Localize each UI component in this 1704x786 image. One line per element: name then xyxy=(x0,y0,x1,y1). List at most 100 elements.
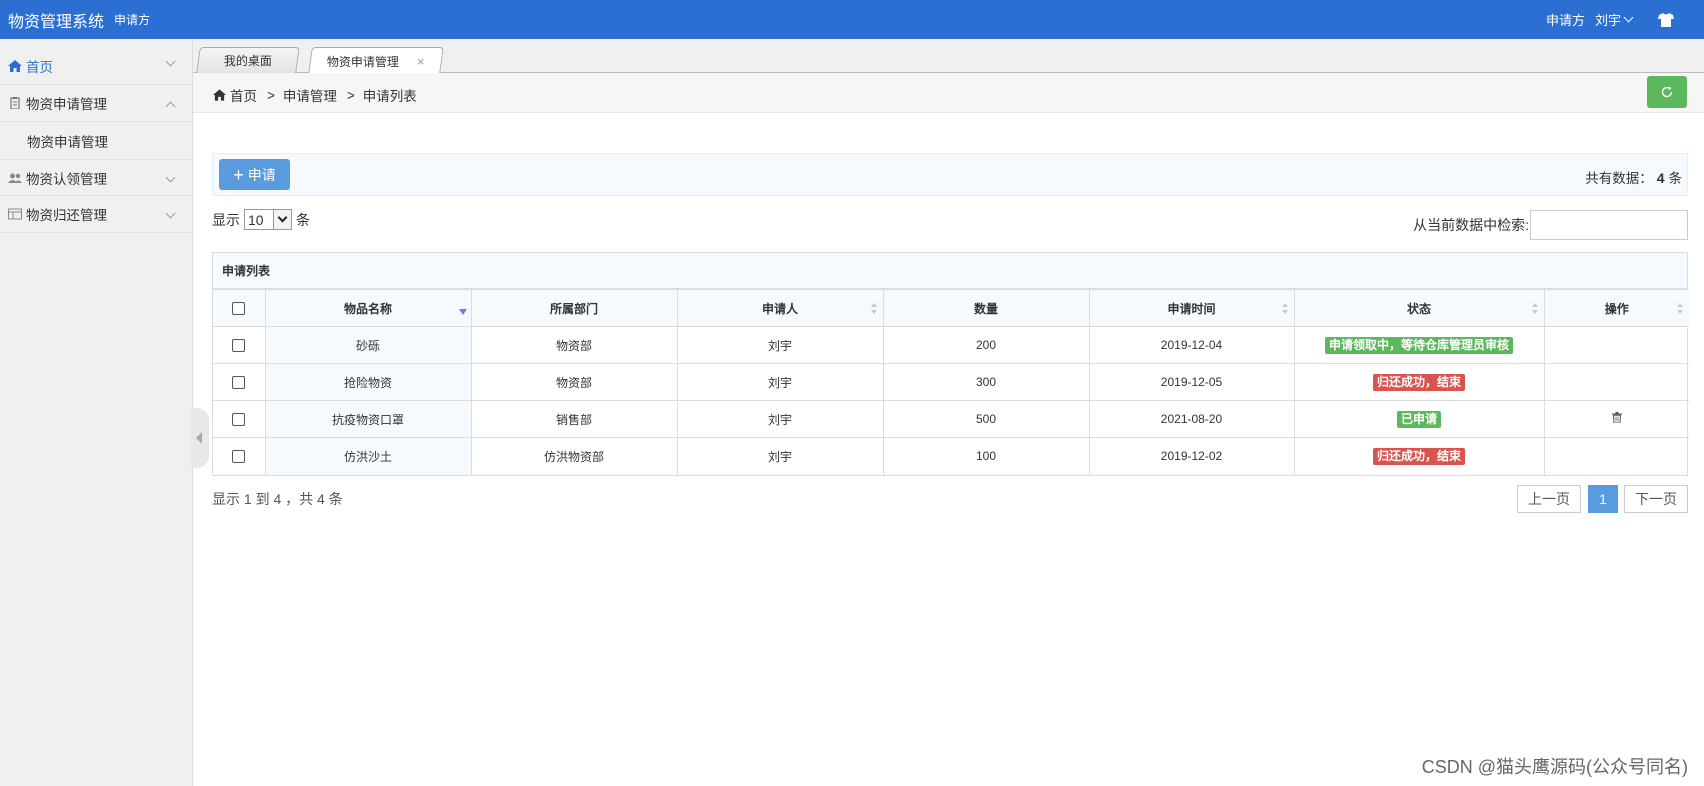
next-page-button[interactable]: 下一页 xyxy=(1624,485,1688,513)
sidebar-item-home[interactable]: 首页 xyxy=(0,39,192,85)
sidebar-item-label: 物资归还管理 xyxy=(26,208,107,223)
total-prefix: 共有数据： xyxy=(1585,171,1653,186)
column-label: 物品名称 xyxy=(343,301,392,316)
column-label: 申请人 xyxy=(761,301,798,316)
select-all-cell xyxy=(213,289,266,327)
page-length-value: 10 xyxy=(248,211,264,228)
cell-date: 2019-12-02 xyxy=(1088,437,1295,475)
row-select-cell xyxy=(213,326,266,364)
theme-shirt-icon[interactable] xyxy=(1658,12,1674,27)
sidebar-collapse-handle[interactable] xyxy=(191,408,209,468)
chevron-down-icon xyxy=(165,56,176,67)
add-application-button[interactable]: + 申请 xyxy=(219,159,290,190)
cell-name: 抗疫物资口罩 xyxy=(264,400,472,438)
system-title: 物资管理系统 xyxy=(8,14,105,31)
page-1-button[interactable]: 1 xyxy=(1588,485,1618,513)
column-header-status[interactable]: 状态 xyxy=(1293,289,1545,327)
column-label: 状态 xyxy=(1406,301,1431,316)
sidebar-subitem-apply-mgmt[interactable]: 物资申请管理 xyxy=(0,122,192,159)
column-header-dept: 所属部门 xyxy=(470,289,678,327)
cell-applicant: 刘宇 xyxy=(676,326,884,364)
top-right-bar: 申请方 刘宇 xyxy=(1546,0,1704,39)
table-search: 从当前数据中检索: xyxy=(1413,210,1688,240)
page-length-select[interactable]: 10 xyxy=(244,209,292,230)
users-icon xyxy=(8,173,22,183)
refresh-button[interactable] xyxy=(1647,76,1687,108)
column-label: 数量 xyxy=(973,301,998,316)
cell-date: 2019-12-05 xyxy=(1088,363,1295,401)
column-label: 操作 xyxy=(1604,301,1629,316)
table-toolbar: + 申请 共有数据： 4 条 xyxy=(212,153,1688,196)
cell-date: 2021-08-20 xyxy=(1088,400,1295,438)
total-suffix: 条 xyxy=(1668,171,1683,186)
search-input[interactable] xyxy=(1530,210,1688,240)
pagination: 上一页 1 下一页 xyxy=(1517,485,1688,513)
chevron-down-icon xyxy=(165,208,176,219)
breadcrumb-level1[interactable]: 申请管理 xyxy=(283,85,337,105)
sidebar: 首页 物资申请管理 物资申请管理 物资认领管理 物资归还管理 xyxy=(0,39,193,786)
trash-icon[interactable] xyxy=(1611,412,1622,424)
plus-icon: + xyxy=(233,164,244,185)
column-header-date[interactable]: 申请时间 xyxy=(1088,289,1295,327)
cell-quantity: 300 xyxy=(882,363,1090,401)
status-badge: 归还成功，结束 xyxy=(1372,447,1465,465)
sort-icon xyxy=(1281,303,1288,315)
breadcrumb-bar: 首页 > 申请管理 > 申请列表 xyxy=(193,73,1704,113)
row-select-cell xyxy=(213,437,266,475)
column-header-name[interactable]: 物品名称 xyxy=(264,289,472,327)
cell-action xyxy=(1543,363,1689,401)
cell-dept: 销售部 xyxy=(470,400,678,438)
chevron-down-icon xyxy=(1623,12,1634,23)
row-checkbox[interactable] xyxy=(232,376,246,390)
cell-dept: 物资部 xyxy=(470,326,678,364)
table-row: 抢险物资 物资部 刘宇 300 2019-12-05 归还成功，结束 xyxy=(213,363,1689,401)
page-length-control: 显示 10 条 xyxy=(212,209,310,230)
table-row: 仿洪沙土 仿洪物资部 刘宇 100 2019-12-02 归还成功，结束 xyxy=(213,437,1689,475)
cell-quantity: 200 xyxy=(882,326,1090,364)
sidebar-item-apply-mgmt[interactable]: 物资申请管理 xyxy=(0,85,192,122)
cell-quantity: 500 xyxy=(882,400,1090,438)
tab-label: 物资申请管理 xyxy=(327,54,400,69)
role-tag: 申请方 xyxy=(114,13,151,27)
close-icon[interactable]: × xyxy=(417,54,425,69)
sidebar-item-claim-mgmt[interactable]: 物资认领管理 xyxy=(0,159,192,196)
tab-label: 我的桌面 xyxy=(223,54,272,68)
breadcrumb-home[interactable]: 首页 xyxy=(230,85,257,105)
prev-page-button[interactable]: 上一页 xyxy=(1517,485,1581,513)
column-header-action[interactable]: 操作 xyxy=(1543,289,1689,327)
sidebar-item-label: 首页 xyxy=(26,59,53,75)
user-menu[interactable]: 刘宇 xyxy=(1594,10,1634,29)
row-checkbox[interactable] xyxy=(232,413,246,427)
column-header-applicant[interactable]: 申请人 xyxy=(676,289,884,327)
cell-dept: 物资部 xyxy=(470,363,678,401)
sort-icon xyxy=(1531,303,1538,315)
refresh-icon xyxy=(1661,86,1673,98)
select-all-checkbox[interactable] xyxy=(232,302,246,316)
cell-applicant: 刘宇 xyxy=(676,437,884,475)
column-header-quantity: 数量 xyxy=(882,289,1090,327)
length-prefix: 显示 xyxy=(212,211,240,228)
sort-desc-icon xyxy=(458,303,467,315)
row-checkbox[interactable] xyxy=(232,450,246,464)
row-checkbox[interactable] xyxy=(232,339,246,353)
cell-action xyxy=(1543,326,1689,364)
cell-status: 归还成功，结束 xyxy=(1293,437,1545,475)
user-name: 刘宇 xyxy=(1594,13,1621,28)
home-icon xyxy=(8,59,22,72)
cell-dept: 仿洪物资部 xyxy=(470,437,678,475)
sort-icon xyxy=(1677,303,1683,315)
sidebar-item-label: 物资申请管理 xyxy=(26,97,107,112)
cell-name: 砂砾 xyxy=(264,326,472,364)
breadcrumb-level2: 申请列表 xyxy=(362,89,417,104)
cell-status: 已申请 xyxy=(1293,400,1545,438)
row-select-cell xyxy=(213,363,266,401)
add-button-label: 申请 xyxy=(247,166,276,183)
cell-action xyxy=(1543,400,1689,438)
tab-apply-mgmt[interactable]: 物资申请管理 × xyxy=(308,47,444,74)
sidebar-item-return-mgmt[interactable]: 物资归还管理 xyxy=(0,196,192,233)
tab-desktop[interactable]: 我的桌面 xyxy=(196,47,300,73)
table-icon xyxy=(8,208,22,220)
status-badge: 归还成功，结束 xyxy=(1372,373,1465,391)
watermark: CSDN @猫头鹰源码(公众号同名) xyxy=(1421,757,1688,777)
breadcrumb: 首页 > 申请管理 > 申请列表 xyxy=(213,85,417,105)
